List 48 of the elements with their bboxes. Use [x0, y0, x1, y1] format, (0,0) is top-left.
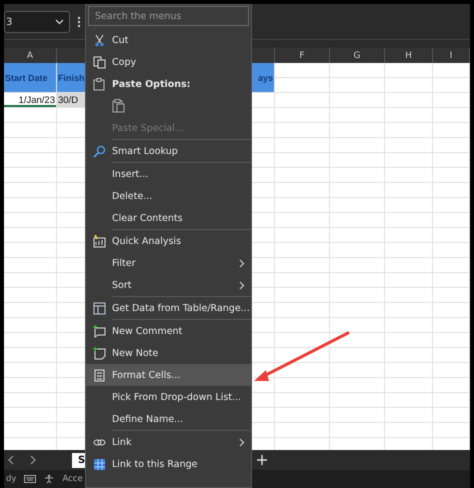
table-icon: [92, 302, 106, 314]
menu-item[interactable]: Smart Lookup: [86, 140, 251, 162]
menu-item[interactable]: Pick From Drop-down List...: [86, 386, 251, 408]
menu-item[interactable]: Clear Contents: [86, 207, 251, 229]
search-icon: [92, 144, 106, 158]
menu-item[interactable]: Define Name...: [86, 408, 251, 430]
menu-item[interactable]: Cut: [86, 29, 251, 51]
clipboard-icon: [93, 78, 105, 90]
form-icon: [92, 368, 106, 382]
table-cell: Start Date: [4, 63, 56, 92]
menu-item[interactable]: Delete...: [86, 185, 251, 207]
menu-item[interactable]: Link: [86, 431, 251, 453]
menu-item[interactable]: Sort: [86, 274, 251, 296]
status-text: dy: [6, 474, 16, 484]
column-header[interactable]: G: [354, 50, 360, 60]
chevron-right-icon: [239, 280, 245, 290]
menu-item[interactable]: New Note: [86, 342, 251, 364]
grid-icon: [92, 458, 106, 470]
menu-item[interactable]: New Comment: [86, 320, 251, 342]
chevron-right-icon: [239, 258, 245, 268]
comment-icon: [92, 324, 106, 338]
menu-item[interactable]: Get Data from Table/Range...: [86, 297, 251, 319]
menu-item[interactable]: Format Cells...: [86, 364, 251, 386]
accessibility-status[interactable]: Acce: [62, 474, 83, 484]
menu-item[interactable]: Quick Analysis: [86, 230, 251, 252]
note-icon: [92, 346, 106, 360]
chart-icon: [92, 234, 106, 248]
column-header[interactable]: H: [405, 50, 412, 60]
column-header[interactable]: F: [299, 50, 305, 60]
scissors-icon: [92, 34, 106, 46]
column-header[interactable]: A: [26, 50, 34, 60]
keyboard-icon: [24, 475, 36, 483]
copy-icon: [92, 56, 106, 68]
column-header[interactable]: I: [450, 50, 452, 60]
menu-heading: Paste Options:: [112, 78, 190, 90]
name-box[interactable]: 3: [4, 11, 70, 33]
menu-item[interactable]: Filter: [86, 252, 251, 274]
previous-sheet-icon[interactable]: [8, 455, 14, 465]
chevron-down-icon: [55, 19, 64, 25]
search-field[interactable]: Search the menus: [88, 6, 249, 26]
next-sheet-icon[interactable]: [30, 455, 36, 465]
paste-icon[interactable]: [112, 99, 125, 113]
table-cell: 1/Jan/23: [4, 93, 56, 107]
add-sheet-icon[interactable]: [257, 455, 268, 465]
more-icon[interactable]: [77, 16, 81, 28]
chevron-right-icon: [239, 438, 245, 446]
menu-item[interactable]: Insert...: [86, 163, 251, 185]
accessibility-icon[interactable]: [44, 474, 54, 484]
